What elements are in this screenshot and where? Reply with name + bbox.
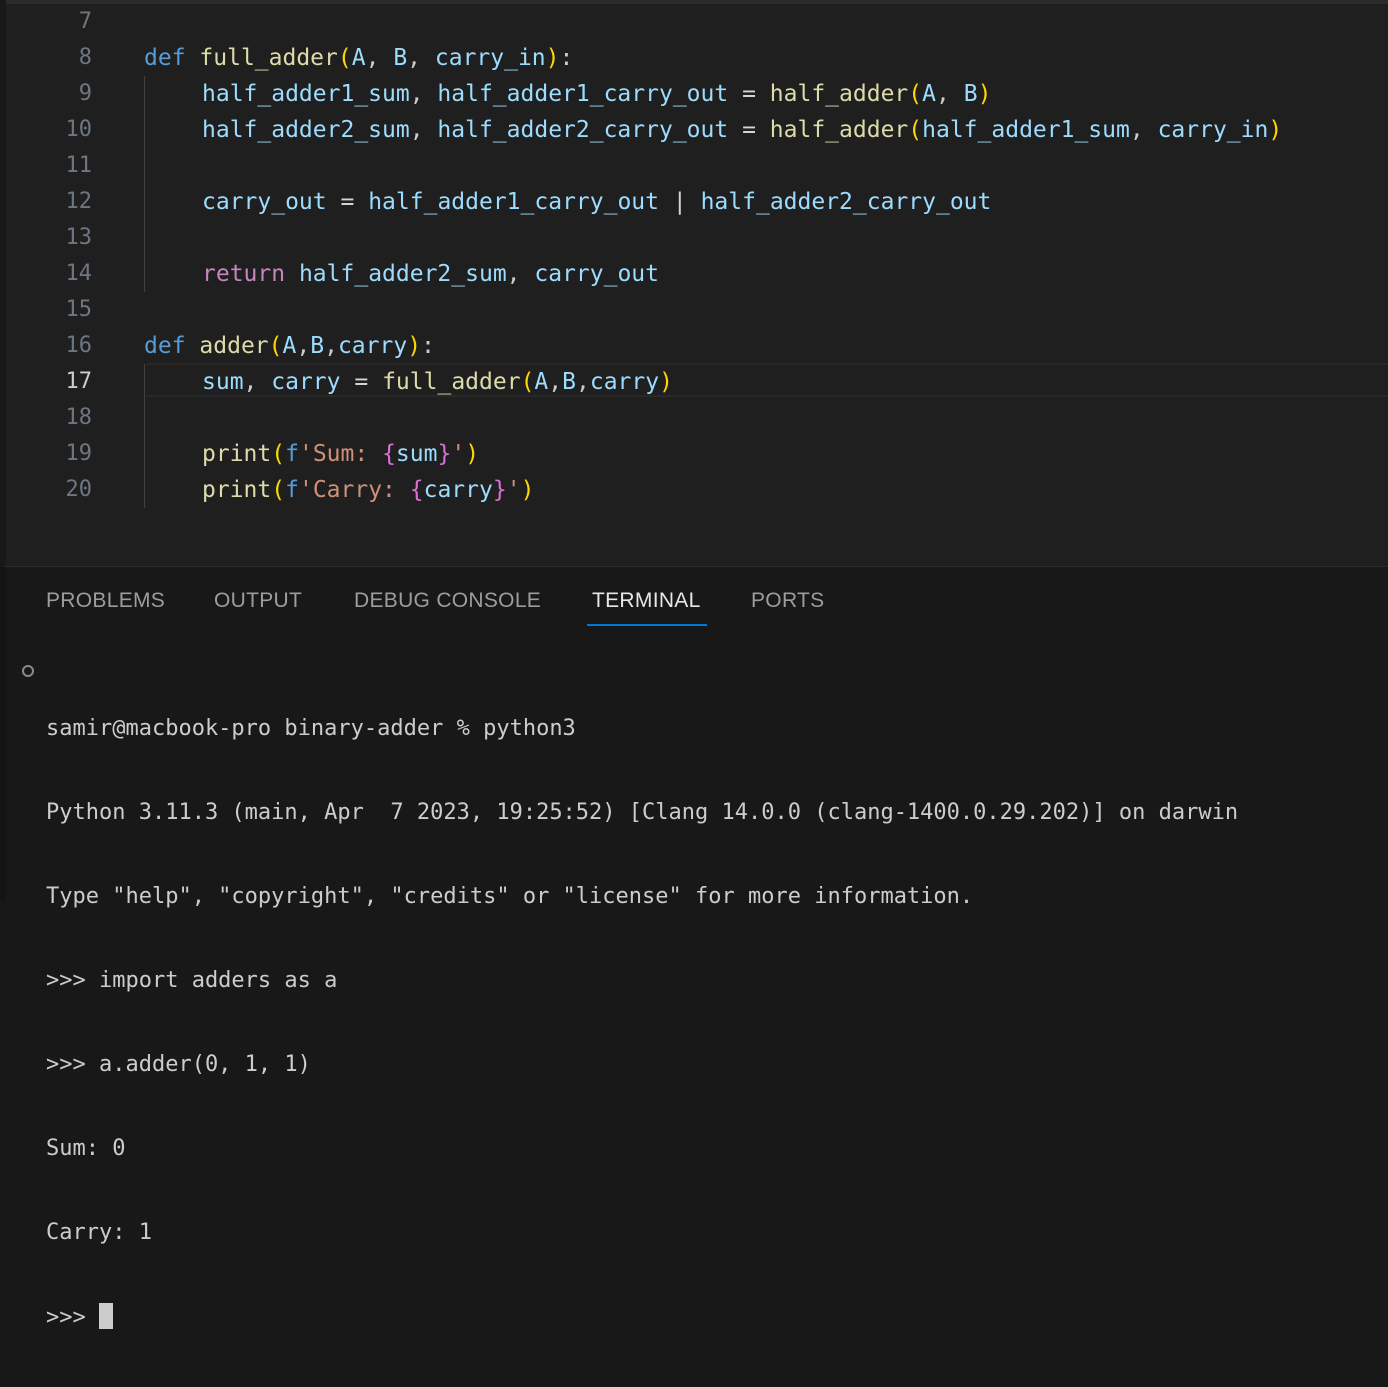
line-number: 20 bbox=[65, 477, 93, 502]
code-line[interactable]: 12 carry_out = half_adder1_carry_out | h… bbox=[6, 184, 1388, 220]
command-status-circle-icon[interactable] bbox=[22, 665, 34, 677]
code-text: carry_out = half_adder1_carry_out | half… bbox=[202, 189, 992, 215]
tab-ports[interactable]: PORTS bbox=[751, 589, 824, 613]
terminal-line: >>> import adders as a bbox=[46, 968, 338, 993]
line-number: 13 bbox=[65, 225, 93, 250]
code-line[interactable]: 15 bbox=[6, 292, 1388, 328]
tab-problems[interactable]: PROBLEMS bbox=[46, 589, 165, 613]
code-line[interactable]: 7 bbox=[6, 4, 1388, 40]
terminal-prompt-line[interactable]: >>> bbox=[46, 1303, 1238, 1331]
bottom-panel: PROBLEMS OUTPUT DEBUG CONSOLE TERMINAL P… bbox=[0, 566, 1388, 1330]
terminal-prompt: >>> bbox=[46, 1305, 99, 1330]
line-number: 14 bbox=[65, 261, 93, 286]
terminal-line: Python 3.11.3 (main, Apr 7 2023, 19:25:5… bbox=[46, 800, 1239, 825]
code-line[interactable]: 18 bbox=[6, 400, 1388, 436]
code-line[interactable]: 10 half_adder2_sum, half_adder2_carry_ou… bbox=[6, 112, 1388, 148]
code-text: half_adder1_sum, half_adder1_carry_out =… bbox=[202, 81, 992, 107]
code-text: def full_adder(A, B, carry_in): bbox=[144, 45, 574, 71]
code-line[interactable]: 19 print(f'Sum: {sum}') bbox=[6, 436, 1388, 472]
tab-debug-console[interactable]: DEBUG CONSOLE bbox=[354, 589, 541, 613]
code-editor[interactable]: 7 8 def full_adder(A, B, carry_in): 9 ha… bbox=[0, 0, 1388, 566]
code-text: def adder(A,B,carry): bbox=[144, 333, 435, 359]
tab-terminal[interactable]: TERMINAL bbox=[592, 589, 701, 613]
code-line[interactable]: 9 half_adder1_sum, half_adder1_carry_out… bbox=[6, 76, 1388, 112]
terminal-line: Sum: 0 bbox=[46, 1136, 126, 1161]
code-line[interactable]: 8 def full_adder(A, B, carry_in): bbox=[6, 40, 1388, 76]
active-tab-indicator bbox=[587, 624, 707, 626]
terminal-cursor bbox=[98, 1303, 113, 1329]
line-number: 18 bbox=[65, 405, 93, 430]
line-number: 15 bbox=[65, 297, 93, 322]
tab-output[interactable]: OUTPUT bbox=[214, 589, 302, 613]
code-text: half_adder2_sum, half_adder2_carry_out =… bbox=[202, 117, 1283, 143]
code-line-active[interactable]: 17 sum, carry = full_adder(A,B,carry) bbox=[6, 364, 1388, 400]
terminal-line: Type "help", "copyright", "credits" or "… bbox=[46, 884, 974, 909]
line-number: 7 bbox=[78, 9, 92, 34]
line-number: 11 bbox=[65, 153, 93, 178]
line-number: 10 bbox=[65, 117, 93, 142]
line-number: 19 bbox=[65, 441, 93, 466]
code-line[interactable]: 16 def adder(A,B,carry): bbox=[6, 328, 1388, 364]
line-number-active: 17 bbox=[65, 369, 93, 394]
code-line[interactable]: 20 print(f'Carry: {carry}') bbox=[6, 472, 1388, 508]
line-number: 8 bbox=[78, 45, 92, 70]
code-line[interactable]: 14 return half_adder2_sum, carry_out bbox=[6, 256, 1388, 292]
terminal-line: Carry: 1 bbox=[46, 1220, 152, 1245]
terminal-output[interactable]: samir@macbook-pro binary-adder % python3… bbox=[46, 659, 1238, 1387]
code-line[interactable]: 11 bbox=[6, 148, 1388, 184]
line-number: 12 bbox=[65, 189, 93, 214]
code-line[interactable]: 13 bbox=[6, 220, 1388, 256]
code-text: return half_adder2_sum, carry_out bbox=[202, 261, 659, 287]
code-text: print(f'Sum: {sum}') bbox=[202, 441, 480, 467]
code-text: print(f'Carry: {carry}') bbox=[202, 477, 535, 503]
line-number: 9 bbox=[78, 81, 92, 106]
terminal-line: samir@macbook-pro binary-adder % python3 bbox=[46, 716, 576, 741]
line-number: 16 bbox=[65, 333, 93, 358]
terminal-line: >>> a.adder(0, 1, 1) bbox=[46, 1052, 311, 1077]
code-text: sum, carry = full_adder(A,B,carry) bbox=[202, 369, 673, 395]
